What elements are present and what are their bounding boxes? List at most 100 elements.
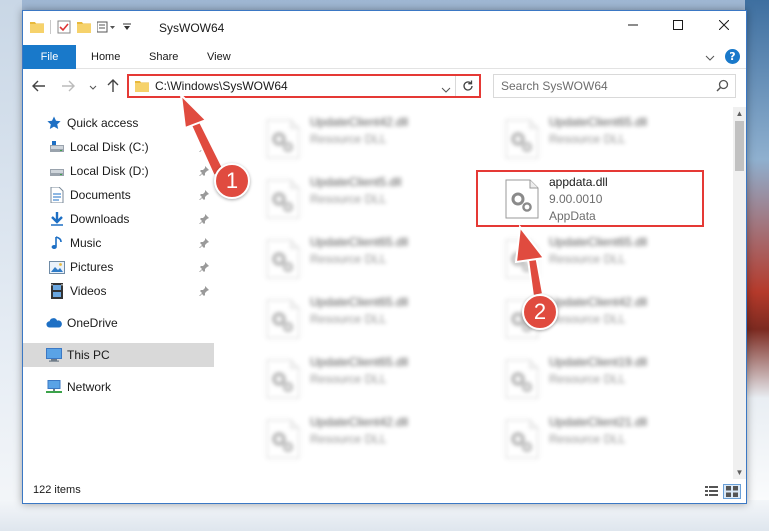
forward-button[interactable] xyxy=(58,77,78,97)
tab-share[interactable]: Share xyxy=(135,45,192,69)
close-button[interactable] xyxy=(701,11,746,41)
refresh-icon xyxy=(462,80,473,91)
sidebar-item-local-disk-c[interactable]: Local Disk (C:) xyxy=(23,135,214,159)
dll-file-icon xyxy=(266,359,300,402)
sidebar-item-pictures[interactable]: Pictures xyxy=(23,255,214,279)
sidebar-item-label: Local Disk (D:) xyxy=(70,164,149,178)
drive-icon xyxy=(49,139,65,155)
network-icon xyxy=(46,379,62,395)
tab-home[interactable]: Home xyxy=(77,45,134,69)
search-icon[interactable] xyxy=(716,79,729,95)
ribbon-right-controls: ? xyxy=(705,49,740,64)
toolbar-separator xyxy=(50,20,51,34)
sidebar-item-onedrive[interactable]: OneDrive xyxy=(23,311,214,335)
tab-view[interactable]: View xyxy=(193,45,245,69)
file-item[interactable]: UpdateClient65.dll Resource DLL xyxy=(262,295,487,349)
refresh-button[interactable] xyxy=(455,76,479,96)
file-item[interactable]: UpdateClient65.dll Resource DLL xyxy=(262,355,487,409)
file-name: UpdateClient42.dll xyxy=(310,415,409,429)
sidebar-item-label: Network xyxy=(67,380,112,394)
sidebar-item-this-pc[interactable]: This PC xyxy=(23,343,214,367)
file-item[interactable]: UpdateClient42.dll Resource DLL xyxy=(262,115,487,169)
file-item[interactable]: UpdateClient65.dll Resource DLL xyxy=(501,115,726,169)
sidebar-item-label: Local Disk (C:) xyxy=(70,140,149,154)
pin-icon[interactable] xyxy=(199,189,209,203)
file-name: UpdateClient42.dll xyxy=(310,115,409,129)
sidebar-item-network[interactable]: Network xyxy=(23,375,214,399)
scrollbar-thumb[interactable] xyxy=(735,121,744,171)
dll-file-icon xyxy=(505,419,539,462)
details-view-button[interactable] xyxy=(702,484,720,499)
folder-icon xyxy=(135,80,149,95)
file-name: UpdateClient65.dll xyxy=(549,235,648,249)
file-item[interactable]: UpdateClient19.dll Resource DLL xyxy=(501,355,726,409)
recent-locations-button[interactable] xyxy=(83,77,103,97)
music-icon xyxy=(49,235,65,251)
window-title: SysWOW64 xyxy=(159,21,225,35)
scroll-up-icon[interactable]: ▲ xyxy=(733,107,746,120)
sidebar-item-downloads[interactable]: Downloads xyxy=(23,207,214,231)
expand-ribbon-icon[interactable] xyxy=(705,50,715,64)
chevron-down-icon[interactable] xyxy=(123,23,131,31)
file-version: 9.00.0010 xyxy=(549,192,603,206)
sidebar-item-local-disk-d[interactable]: Local Disk (D:) xyxy=(23,159,214,183)
file-type: Resource DLL xyxy=(549,372,626,386)
new-folder-icon[interactable] xyxy=(77,21,91,33)
tab-file[interactable]: File xyxy=(23,45,76,69)
documents-icon xyxy=(49,187,65,203)
file-name: UpdateClient5.dll xyxy=(310,175,402,189)
file-type: Resource DLL xyxy=(549,132,626,146)
up-button[interactable] xyxy=(103,77,123,97)
item-count: 122 items xyxy=(33,484,81,496)
file-item-appdata-dll[interactable]: appdata.dll 9.00.0010 AppData xyxy=(501,175,726,229)
pin-icon[interactable] xyxy=(199,285,209,299)
sidebar-item-music[interactable]: Music xyxy=(23,231,214,255)
search-input[interactable] xyxy=(494,75,709,97)
sidebar-item-label: Documents xyxy=(70,188,131,202)
back-button[interactable] xyxy=(29,77,49,97)
file-name: UpdateClient19.dll xyxy=(549,355,648,369)
pin-icon[interactable] xyxy=(199,141,209,155)
computer-icon xyxy=(46,347,62,363)
file-item[interactable]: UpdateClient65.dll Resource DLL xyxy=(501,235,726,289)
navigation-pane: Quick access Local Disk (C:) Local Disk … xyxy=(23,107,214,479)
star-icon xyxy=(46,115,62,131)
vertical-scrollbar[interactable]: ▲ ▼ xyxy=(733,107,746,479)
sidebar-item-videos[interactable]: Videos xyxy=(23,279,214,303)
sidebar-item-quick-access[interactable]: Quick access xyxy=(23,111,214,135)
minimize-button[interactable] xyxy=(610,11,655,41)
minimize-icon xyxy=(627,19,638,33)
file-item[interactable]: UpdateClient21.dll Resource DLL xyxy=(501,415,726,469)
maximize-button[interactable] xyxy=(655,11,700,41)
pin-icon[interactable] xyxy=(199,261,209,275)
desktop-background-bottom xyxy=(0,500,769,531)
sidebar-item-label: Quick access xyxy=(67,116,139,130)
properties-icon[interactable] xyxy=(57,20,71,34)
dll-file-icon xyxy=(505,239,539,282)
search-box[interactable] xyxy=(493,74,736,98)
large-icons-view-button[interactable] xyxy=(723,484,741,499)
sidebar-item-documents[interactable]: Documents xyxy=(23,183,214,207)
customize-toolbar-icon[interactable] xyxy=(97,21,117,33)
videos-icon xyxy=(49,283,65,299)
file-type: Resource DLL xyxy=(310,432,387,446)
pin-icon[interactable] xyxy=(199,165,209,179)
file-type: Resource DLL xyxy=(310,132,387,146)
file-explorer-window: SysWOW64 File Home Share View ? C:\Windo… xyxy=(22,10,747,504)
file-type: Resource DLL xyxy=(310,372,387,386)
help-icon[interactable]: ? xyxy=(725,49,740,64)
file-item[interactable]: UpdateClient5.dll Resource DLL xyxy=(262,175,487,229)
file-item[interactable]: UpdateClient65.dll Resource DLL xyxy=(262,235,487,289)
file-type: Resource DLL xyxy=(310,252,387,266)
pin-icon[interactable] xyxy=(199,237,209,251)
file-item[interactable]: UpdateClient42.dll Resource DLL xyxy=(262,415,487,469)
address-bar[interactable]: C:\Windows\SysWOW64 xyxy=(127,74,481,98)
dll-file-icon xyxy=(266,179,300,222)
close-icon xyxy=(718,19,729,33)
pin-icon[interactable] xyxy=(199,213,209,227)
maximize-icon xyxy=(672,19,683,33)
desktop-background-right xyxy=(745,0,769,531)
address-path[interactable]: C:\Windows\SysWOW64 xyxy=(155,79,288,93)
scroll-down-icon[interactable]: ▼ xyxy=(733,466,746,479)
address-dropdown-icon[interactable] xyxy=(441,82,451,96)
